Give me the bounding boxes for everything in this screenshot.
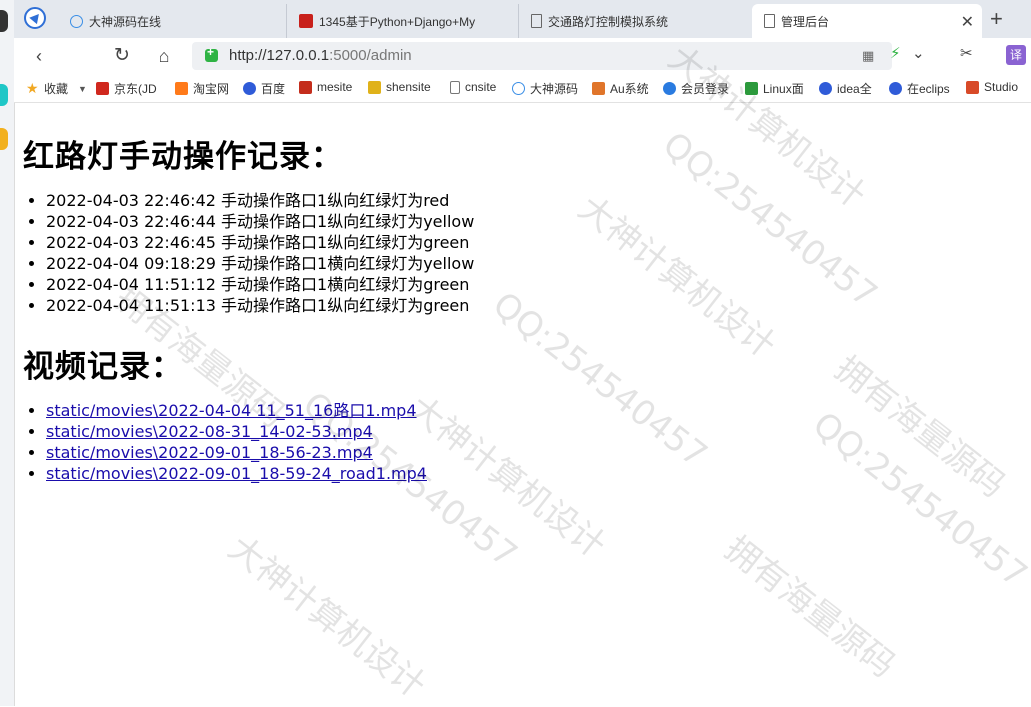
shensite-icon	[368, 80, 381, 94]
tab-dashen-online[interactable]: 大神源码在线	[58, 4, 286, 38]
list-item: static/movies\2022-04-04 11_51_16路口1.mp4	[46, 400, 427, 421]
bookmark-label: 会员登录	[681, 82, 730, 96]
tab-title: 管理后台	[781, 14, 830, 29]
address-bar-row: ‹ ↻ ⌂ http://127.0.0.1:5000/admin ▦ ⚡ ⌄ …	[14, 38, 1031, 74]
paw-icon	[243, 82, 256, 95]
bookmarks-bar: ★ 收藏 ▼ 京东(JD 淘宝网 百度 mesite shensite cnsite…	[14, 74, 1031, 103]
paw-icon	[819, 82, 832, 95]
url-text[interactable]: http://127.0.0.1:5000/admin	[229, 47, 412, 64]
app-icon-yellow[interactable]	[0, 128, 8, 150]
bookmark-linux[interactable]: Linux面	[745, 80, 804, 97]
close-icon[interactable]: ✕	[961, 12, 974, 32]
tab-bar: 大神源码在线 1345基于Python+Django+My 交通路灯控制模拟系统…	[14, 0, 1031, 38]
bookmark-label: 百度	[261, 82, 286, 96]
member-icon	[663, 82, 676, 95]
bookmark-label: idea全	[837, 82, 872, 96]
back-icon[interactable]: ‹	[28, 45, 50, 67]
tab-title: 1345基于Python+Django+My	[319, 14, 476, 29]
list-item: 2022-04-04 11:51:13 手动操作路口1纵向红绿灯为green	[46, 295, 474, 316]
page-content: 红路灯手动操作记录： 2022-04-03 22:46:42 手动操作路口1纵向…	[14, 103, 1031, 706]
qr-code-icon[interactable]: ▦	[862, 48, 874, 64]
bookmark-label: 大神源码	[530, 82, 579, 96]
list-item: static/movies\2022-09-01_18-56-23.mp4	[46, 442, 427, 463]
video-link[interactable]: static/movies\2022-09-01_18-59-24_road1.…	[46, 464, 427, 483]
scissors-icon[interactable]: ✂	[960, 44, 973, 62]
lightning-icon[interactable]: ⚡	[890, 44, 901, 62]
video-link[interactable]: static/movies\2022-08-31_14-02-53.mp4	[46, 422, 373, 441]
taobao-icon	[175, 82, 188, 95]
bookmark-label: mesite	[317, 80, 353, 94]
page-icon	[764, 14, 775, 28]
bookmark-member-login[interactable]: 会员登录	[663, 80, 729, 97]
bookmark-label: Au系统	[610, 82, 649, 96]
bookmark-au[interactable]: Au系统	[592, 80, 649, 97]
bookmark-baidu[interactable]: 百度	[243, 80, 285, 97]
bookmark-idea[interactable]: idea全	[819, 80, 872, 97]
tab-traffic-system[interactable]: 交通路灯控制模拟系统	[518, 4, 750, 38]
tab-admin[interactable]: 管理后台 ✕	[752, 4, 982, 38]
globe-icon	[512, 82, 525, 95]
bookmark-jd[interactable]: 京东(JD	[96, 80, 157, 97]
bookmark-dashen[interactable]: 大神源码	[512, 80, 578, 97]
left-app-strip	[0, 0, 15, 706]
list-item: 2022-04-03 22:46:44 手动操作路口1纵向红绿灯为yellow	[46, 211, 474, 232]
reload-icon[interactable]: ↻	[111, 45, 133, 67]
video-link[interactable]: static/movies\2022-04-04 11_51_16路口1.mp4	[46, 401, 417, 420]
home-icon[interactable]: ⌂	[153, 45, 175, 67]
star-icon: ★	[26, 80, 39, 96]
list-item: 2022-04-03 22:46:42 手动操作路口1纵向红绿灯为red	[46, 190, 474, 211]
secure-shield-icon	[205, 45, 218, 62]
tab-title: 交通路灯控制模拟系统	[548, 14, 669, 29]
chevron-down-icon[interactable]: ⌄	[912, 44, 925, 62]
caret-down-icon: ▼	[78, 83, 87, 94]
compass-icon[interactable]	[24, 7, 46, 29]
bookmark-label: 收藏	[44, 82, 69, 96]
bookmark-eclipse[interactable]: 在eclips	[889, 80, 950, 97]
bookmark-label: 淘宝网	[193, 82, 230, 96]
bookmark-label: cnsite	[465, 80, 497, 94]
app-icon-dark[interactable]	[0, 10, 8, 32]
bookmark-shensite[interactable]: shensite	[368, 80, 431, 94]
url-path: :5000/admin	[329, 47, 412, 64]
bookmark-taobao[interactable]: 淘宝网	[175, 80, 229, 97]
bookmark-cnsite[interactable]: cnsite	[450, 80, 496, 94]
video-link[interactable]: static/movies\2022-09-01_18-56-23.mp4	[46, 443, 373, 462]
tab-python-django[interactable]: 1345基于Python+Django+My	[286, 4, 518, 38]
section-title-manual-records: 红路灯手动操作记录：	[23, 139, 343, 175]
bookmark-label: Linux面	[763, 82, 804, 96]
list-item: 2022-04-03 22:46:45 手动操作路口1纵向红绿灯为green	[46, 232, 474, 253]
list-item: 2022-04-04 09:18:29 手动操作路口1横向红绿灯为yellow	[46, 253, 474, 274]
translate-icon[interactable]: 译	[1006, 45, 1026, 65]
list-item: static/movies\2022-09-01_18-59-24_road1.…	[46, 463, 427, 484]
list-item: static/movies\2022-08-31_14-02-53.mp4	[46, 421, 427, 442]
tab-title: 大神源码在线	[89, 14, 162, 29]
manual-records-list: 2022-04-03 22:46:42 手动操作路口1纵向红绿灯为red 202…	[23, 190, 474, 316]
bookmark-label: 在eclips	[907, 82, 950, 96]
page-icon	[450, 80, 460, 94]
app-icon-teal[interactable]	[0, 84, 8, 106]
section-title-video-records: 视频记录：	[23, 349, 183, 385]
au-icon	[592, 82, 605, 95]
studio-icon	[966, 80, 979, 94]
address-bar[interactable]: http://127.0.0.1:5000/admin ▦	[192, 42, 892, 70]
shield-icon	[745, 82, 758, 95]
list-item: 2022-04-04 11:51:12 手动操作路口1横向红绿灯为green	[46, 274, 474, 295]
page-icon	[531, 14, 542, 28]
bookmark-label: shensite	[386, 80, 431, 94]
url-host: http://127.0.0.1	[229, 47, 330, 64]
bookmark-label: 京东(JD	[114, 82, 157, 96]
mesite-icon	[299, 80, 312, 94]
bookmark-mesite[interactable]: mesite	[299, 80, 352, 94]
new-tab-icon[interactable]: +	[990, 6, 1003, 32]
globe-icon	[70, 14, 83, 28]
jd-icon	[96, 82, 109, 95]
red-favicon-icon	[299, 14, 313, 28]
bookmark-favorites[interactable]: ★ 收藏 ▼	[26, 80, 87, 97]
video-records-list: static/movies\2022-04-04 11_51_16路口1.mp4…	[23, 400, 427, 484]
paw-icon	[889, 82, 902, 95]
bookmark-studio[interactable]: Studio	[966, 80, 1018, 94]
bookmark-label: Studio	[984, 80, 1019, 94]
